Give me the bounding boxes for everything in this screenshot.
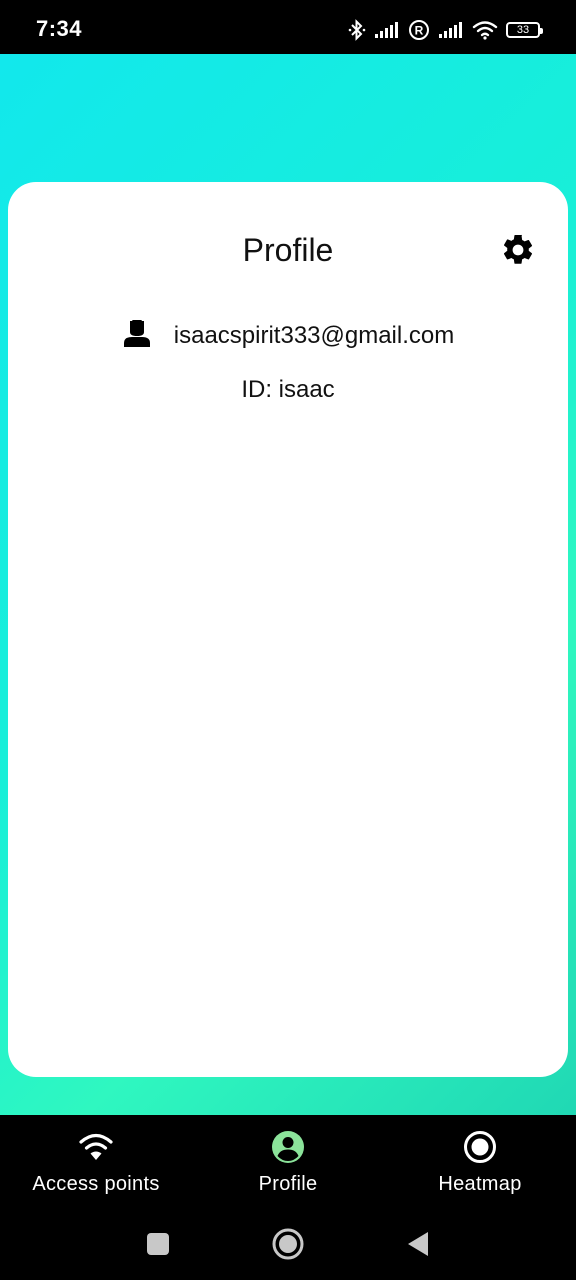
radio-button-icon [464, 1131, 496, 1163]
home-button[interactable] [268, 1224, 308, 1264]
user-id-label: ID: [241, 376, 272, 403]
svg-text:R: R [415, 24, 424, 38]
signal-icon [438, 21, 464, 39]
roaming-icon: R [408, 19, 430, 41]
user-id-value: isaac [278, 376, 335, 403]
status-icons: R 33 [348, 17, 543, 43]
nav-label-access-points: Access points [32, 1173, 160, 1195]
user-id: ID: isaac [8, 376, 568, 404]
triangle-back-icon [408, 1232, 428, 1256]
wifi-icon [79, 1133, 113, 1160]
user-email: isaacspirit333@gmail.com [173, 321, 455, 349]
nav-label-profile: Profile [258, 1173, 318, 1195]
profile-card: Profile isaacspirit333@gmail.com ID: isa… [8, 182, 568, 1077]
system-navigation-bar [0, 1210, 576, 1280]
bluetooth-icon [348, 19, 366, 41]
back-button[interactable] [398, 1224, 438, 1264]
bottom-navigation: Access points Profile Heatmap [0, 1115, 576, 1210]
nav-item-access-points[interactable]: Access points [0, 1129, 192, 1196]
status-time: 7:34 [36, 16, 83, 41]
status-bar: 7:34 R 33 [0, 0, 576, 54]
square-icon [147, 1233, 169, 1255]
nav-item-heatmap[interactable]: Heatmap [384, 1129, 576, 1196]
nav-label-heatmap: Heatmap [438, 1173, 522, 1195]
page-title: Profile [242, 232, 334, 268]
gear-icon [503, 234, 533, 264]
email-row: isaacspirit333@gmail.com [8, 318, 568, 353]
settings-button[interactable] [500, 232, 536, 268]
person-icon [122, 318, 152, 353]
battery-icon: 33 [506, 22, 543, 38]
battery-level: 33 [516, 24, 530, 36]
wifi-icon [472, 20, 498, 40]
recents-button[interactable] [138, 1224, 178, 1264]
account-circle-icon [272, 1131, 304, 1163]
circle-icon [272, 1228, 304, 1260]
signal-icon [374, 21, 400, 39]
app-screen: 7:34 R 33 Profile isaacspirit333@gmail.c… [0, 0, 576, 1280]
nav-item-profile[interactable]: Profile [192, 1129, 384, 1196]
app-background: Profile isaacspirit333@gmail.com ID: isa… [0, 54, 576, 1115]
